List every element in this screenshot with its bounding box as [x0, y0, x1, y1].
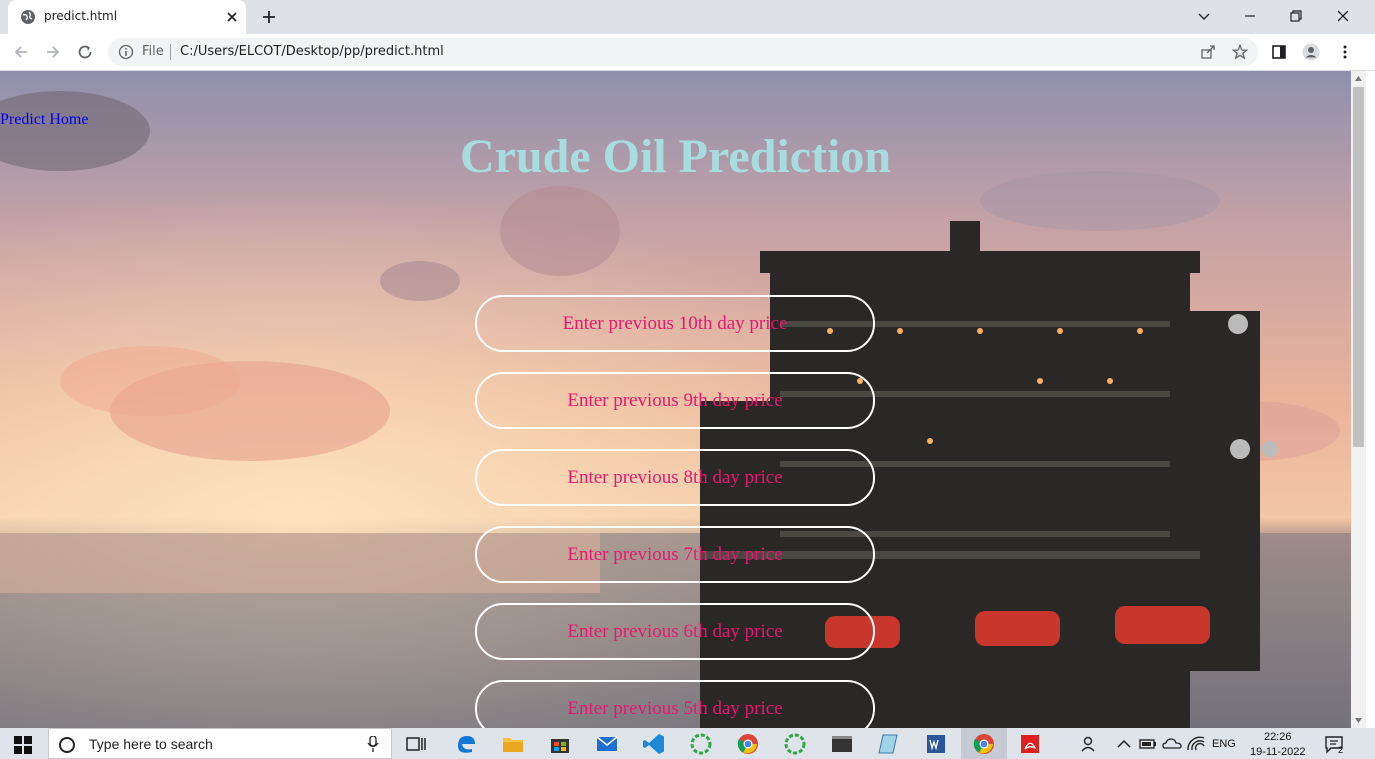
battery-icon[interactable]: [1136, 732, 1160, 756]
close-tab-icon[interactable]: [224, 9, 240, 25]
tab-strip: predict.html: [0, 0, 1375, 34]
microphone-icon[interactable]: [367, 736, 379, 752]
price-input-10th-day[interactable]: [475, 295, 875, 352]
back-arrow-icon[interactable]: [12, 43, 30, 61]
word-icon[interactable]: [924, 732, 948, 756]
browser-tab[interactable]: predict.html: [8, 0, 246, 34]
anaconda-icon[interactable]: [783, 732, 807, 756]
kebab-menu-icon[interactable]: [1336, 43, 1354, 61]
profile-avatar-icon[interactable]: [1302, 43, 1320, 61]
separator: [170, 44, 171, 60]
scroll-up-arrow-icon[interactable]: [1354, 74, 1363, 83]
new-tab-plus-icon[interactable]: [260, 8, 278, 26]
close-window-icon[interactable]: [1335, 8, 1351, 24]
notepad-icon[interactable]: [877, 732, 901, 756]
task-view-icon[interactable]: [404, 732, 428, 756]
taskbar-search-box[interactable]: Type here to search: [48, 728, 392, 759]
share-icon[interactable]: [1200, 44, 1216, 60]
vscode-icon[interactable]: [642, 732, 666, 756]
scheme-label: File: [142, 44, 164, 59]
store-icon[interactable]: [548, 732, 572, 756]
windows-start-icon[interactable]: [14, 736, 32, 754]
browser-toolbar: File C:/Users/ELCOT/Desktop/pp/predict.h…: [0, 34, 1375, 71]
clock-time[interactable]: 22:26: [1264, 731, 1292, 743]
notification-count-badge: 2: [1338, 745, 1344, 755]
edge-icon[interactable]: [454, 732, 478, 756]
side-panel-icon[interactable]: [1270, 43, 1288, 61]
price-input-9th-day[interactable]: [475, 372, 875, 429]
chevron-up-icon[interactable]: [1112, 732, 1136, 756]
bookmark-star-icon[interactable]: [1232, 44, 1248, 60]
language-indicator[interactable]: ENG: [1212, 738, 1236, 750]
price-input-8th-day[interactable]: [475, 449, 875, 506]
page-title: Crude Oil Prediction: [459, 130, 892, 183]
page-viewport: Predict Home Crude Oil Prediction: [0, 71, 1351, 728]
vertical-scrollbar[interactable]: [1351, 71, 1366, 728]
tab-search-chevron-icon[interactable]: [1196, 8, 1212, 24]
people-icon[interactable]: [1076, 732, 1100, 756]
onedrive-icon[interactable]: [1160, 732, 1184, 756]
wifi-icon[interactable]: [1184, 732, 1208, 756]
price-input-6th-day[interactable]: [475, 603, 875, 660]
reload-icon[interactable]: [76, 43, 94, 61]
chrome-icon[interactable]: [736, 732, 760, 756]
windows-taskbar: Type here to search ENG 22:26 19-11-2022…: [0, 728, 1375, 759]
mail-icon[interactable]: [595, 732, 619, 756]
scrollbar-thumb[interactable]: [1353, 87, 1364, 447]
price-input-5th-day[interactable]: [475, 680, 875, 728]
scroll-down-arrow-icon[interactable]: [1354, 716, 1363, 725]
price-input-7th-day[interactable]: [475, 526, 875, 583]
cortana-icon: [59, 737, 75, 753]
tab-title: predict.html: [44, 9, 118, 23]
info-icon[interactable]: [118, 44, 134, 60]
chrome-icon[interactable]: [972, 732, 996, 756]
terminal-icon[interactable]: [830, 732, 854, 756]
url-text[interactable]: C:/Users/ELCOT/Desktop/pp/predict.html: [180, 44, 444, 59]
predict-home-link[interactable]: Predict Home: [0, 111, 88, 129]
globe-icon: [21, 10, 35, 24]
forward-arrow-icon[interactable]: [44, 43, 62, 61]
search-placeholder: Type here to search: [89, 736, 213, 752]
acrobat-icon[interactable]: [1018, 732, 1042, 756]
anaconda-icon[interactable]: [689, 732, 713, 756]
restore-icon[interactable]: [1288, 8, 1304, 24]
address-bar[interactable]: File C:/Users/ELCOT/Desktop/pp/predict.h…: [108, 38, 1258, 66]
minimize-icon[interactable]: [1242, 8, 1258, 24]
clock-date[interactable]: 19-11-2022: [1250, 746, 1305, 758]
file-explorer-icon[interactable]: [501, 732, 525, 756]
